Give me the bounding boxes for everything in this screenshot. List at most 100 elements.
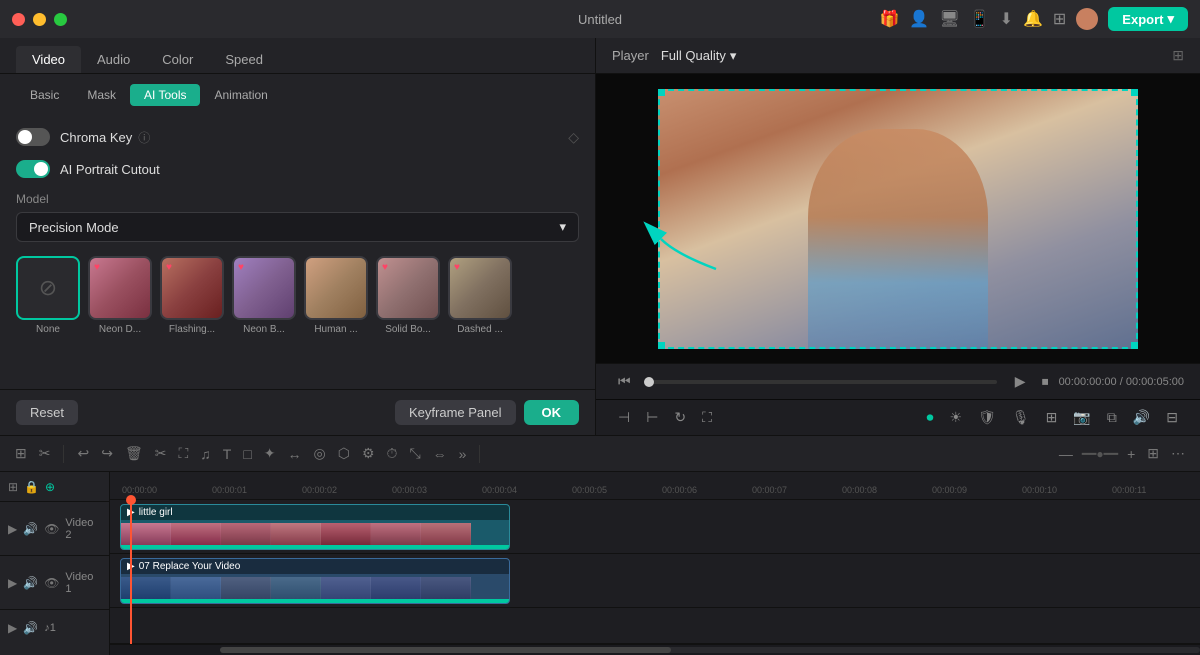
panel-footer: Reset Keyframe Panel OK bbox=[0, 389, 595, 435]
brightness-icon[interactable]: ☀ bbox=[944, 405, 969, 430]
devices-icon[interactable]: 📱 bbox=[970, 9, 990, 29]
add-track-icon[interactable]: ⊞ bbox=[8, 480, 18, 494]
view-grid-icon[interactable]: ⊞ bbox=[1172, 47, 1184, 64]
timeline-tracks: ⊞ 🔒 ⊕ ▶ 🔊 👁 Video 2 ▶ 🔊 👁 Video 1 ▶ bbox=[0, 472, 1200, 655]
speed-icon[interactable]: ⏱ bbox=[384, 442, 401, 465]
clip-icon[interactable]: □ bbox=[240, 443, 254, 465]
adjust-icon[interactable]: ⚙ bbox=[359, 442, 378, 465]
ruler-mark-7: 00:00:06 bbox=[660, 485, 750, 495]
quality-select[interactable]: Full Quality ▾ bbox=[661, 48, 737, 64]
effect-neon-b[interactable]: ♥ Neon B... bbox=[232, 256, 296, 335]
zoom-icon[interactable]: ⤡ bbox=[406, 442, 423, 465]
close-button[interactable] bbox=[12, 13, 25, 26]
playhead[interactable] bbox=[130, 500, 132, 644]
scene-icon[interactable]: ⊞ bbox=[12, 442, 30, 465]
audio-icon[interactable]: ♫ bbox=[197, 443, 214, 465]
time-display: 00:00:00:00 / 00:00:05:00 bbox=[1059, 376, 1184, 388]
shield-icon[interactable]: 🛡 bbox=[972, 405, 1002, 430]
text-icon[interactable]: T bbox=[220, 443, 235, 465]
effect-flashing[interactable]: ♥ Flashing... bbox=[160, 256, 224, 335]
effect-dashed[interactable]: ♥ Dashed ... bbox=[448, 256, 512, 335]
stop-button[interactable]: ⏹ bbox=[1036, 369, 1055, 394]
redo-icon[interactable]: ↪ bbox=[98, 442, 116, 465]
clip-video1[interactable]: ▶ 07 Replace Your Video bbox=[120, 558, 510, 604]
wrap-icon[interactable]: ⇔ bbox=[430, 443, 450, 465]
lock-icon[interactable]: 🔒 bbox=[24, 480, 39, 494]
zoom-slider[interactable]: ━━●━━ bbox=[1082, 447, 1118, 461]
display-icon[interactable]: 🖥 bbox=[939, 9, 959, 29]
track-labels: ⊞ 🔒 ⊕ ▶ 🔊 👁 Video 2 ▶ 🔊 👁 Video 1 ▶ bbox=[0, 472, 110, 655]
chroma-key-toggle[interactable] bbox=[16, 128, 50, 146]
avatar[interactable] bbox=[1076, 8, 1098, 30]
effect-solid-bo[interactable]: ♥ Solid Bo... bbox=[376, 256, 440, 335]
effect-label-solid-bo: Solid Bo... bbox=[385, 324, 431, 335]
chroma-key-info-icon[interactable]: ⓘ bbox=[138, 129, 150, 146]
bell-icon[interactable]: 🔔 bbox=[1023, 9, 1043, 29]
volume-icon[interactable]: 🔊 bbox=[1127, 405, 1156, 430]
grid-layout-icon[interactable]: ⊞ bbox=[1144, 442, 1162, 465]
color-tool-icon[interactable]: ⬡ bbox=[335, 442, 353, 465]
clip-video2[interactable]: ▶ little girl bbox=[120, 504, 510, 550]
scrollbar-thumb[interactable] bbox=[220, 647, 671, 653]
pip-icon[interactable]: ⧉ bbox=[1101, 405, 1123, 430]
subtab-basic[interactable]: Basic bbox=[16, 84, 73, 106]
scrollbar-track[interactable] bbox=[220, 647, 1200, 653]
effect-neon-d[interactable]: ♥ Neon D... bbox=[88, 256, 152, 335]
video2-eye-icon[interactable]: 👁 bbox=[44, 522, 59, 536]
effect-thumb-dashed: ♥ bbox=[448, 256, 512, 320]
effect-none[interactable]: ⊘ None bbox=[16, 256, 80, 335]
trim-left-button[interactable]: ⊣ bbox=[612, 405, 636, 430]
subtab-animation[interactable]: Animation bbox=[200, 84, 281, 106]
progress-bar[interactable] bbox=[649, 380, 997, 384]
jump-start-button[interactable]: ⏮ bbox=[612, 369, 637, 394]
video1-audio-icon[interactable]: 🔊 bbox=[23, 576, 38, 590]
tab-speed[interactable]: Speed bbox=[209, 46, 279, 73]
subtab-mask[interactable]: Mask bbox=[73, 84, 130, 106]
model-label: Model bbox=[16, 192, 579, 206]
cut-icon[interactable]: ✂ bbox=[36, 442, 54, 465]
video2-audio-icon[interactable]: 🔊 bbox=[23, 522, 38, 536]
filter-icon[interactable]: ◎ bbox=[311, 442, 329, 465]
loop-button[interactable]: ↻ bbox=[668, 405, 692, 430]
ok-button[interactable]: OK bbox=[524, 400, 580, 425]
keyframe-panel-button[interactable]: Keyframe Panel bbox=[395, 400, 516, 425]
tab-audio[interactable]: Audio bbox=[81, 46, 146, 73]
layout-icon[interactable]: ⊟ bbox=[1160, 405, 1184, 430]
track-row-video1: ▶ 07 Replace Your Video bbox=[110, 554, 1200, 608]
more-options-icon[interactable]: ⋯ bbox=[1168, 442, 1188, 465]
crop-tool-icon[interactable]: ⛶ bbox=[175, 442, 191, 465]
play-button[interactable]: ▶ bbox=[1009, 369, 1032, 394]
scissors-icon[interactable]: ✂ bbox=[152, 442, 170, 465]
trim-right-button[interactable]: ⊢ bbox=[640, 405, 664, 430]
more-icon[interactable]: » bbox=[456, 443, 470, 465]
ai-portrait-toggle[interactable] bbox=[16, 160, 50, 178]
mic-icon[interactable]: 🎙 bbox=[1006, 405, 1036, 430]
zoom-out-icon[interactable]: — bbox=[1056, 443, 1076, 465]
crop-button[interactable]: ⛶ bbox=[696, 405, 718, 430]
download-icon[interactable]: ⬇ bbox=[1000, 9, 1013, 29]
gift-icon[interactable]: 🎁 bbox=[879, 9, 899, 29]
model-select[interactable]: Precision Mode ▾ bbox=[16, 212, 579, 242]
magnet-icon[interactable]: ⊕ bbox=[45, 480, 55, 494]
audio1-icon[interactable]: 🔊 bbox=[23, 621, 38, 635]
fullscreen-button[interactable] bbox=[54, 13, 67, 26]
undo-icon[interactable]: ↩ bbox=[74, 442, 92, 465]
export-button[interactable]: Export ▾ bbox=[1108, 7, 1188, 31]
delete-icon[interactable]: 🗑 bbox=[122, 442, 146, 465]
grid-icon[interactable]: ⊞ bbox=[1053, 9, 1066, 29]
video1-eye-icon[interactable]: 👁 bbox=[44, 576, 59, 590]
caption-icon[interactable]: ⊞ bbox=[1040, 405, 1064, 430]
subtab-ai-tools[interactable]: AI Tools bbox=[130, 84, 200, 106]
reset-button[interactable]: Reset bbox=[16, 400, 78, 425]
record-button[interactable]: ⏺ bbox=[921, 405, 940, 430]
effect-human[interactable]: Human ... bbox=[304, 256, 368, 335]
transition-icon[interactable]: ↔ bbox=[285, 443, 305, 465]
tab-color[interactable]: Color bbox=[146, 46, 209, 73]
ruler-mark-1: 00:00:00 bbox=[120, 485, 210, 495]
tab-video[interactable]: Video bbox=[16, 46, 81, 73]
effects-icon[interactable]: ✦ bbox=[261, 442, 279, 465]
sticker-icon[interactable]: 📷 bbox=[1067, 405, 1096, 430]
user-icon[interactable]: 👤 bbox=[909, 9, 929, 29]
zoom-in-icon[interactable]: + bbox=[1124, 443, 1138, 465]
minimize-button[interactable] bbox=[33, 13, 46, 26]
